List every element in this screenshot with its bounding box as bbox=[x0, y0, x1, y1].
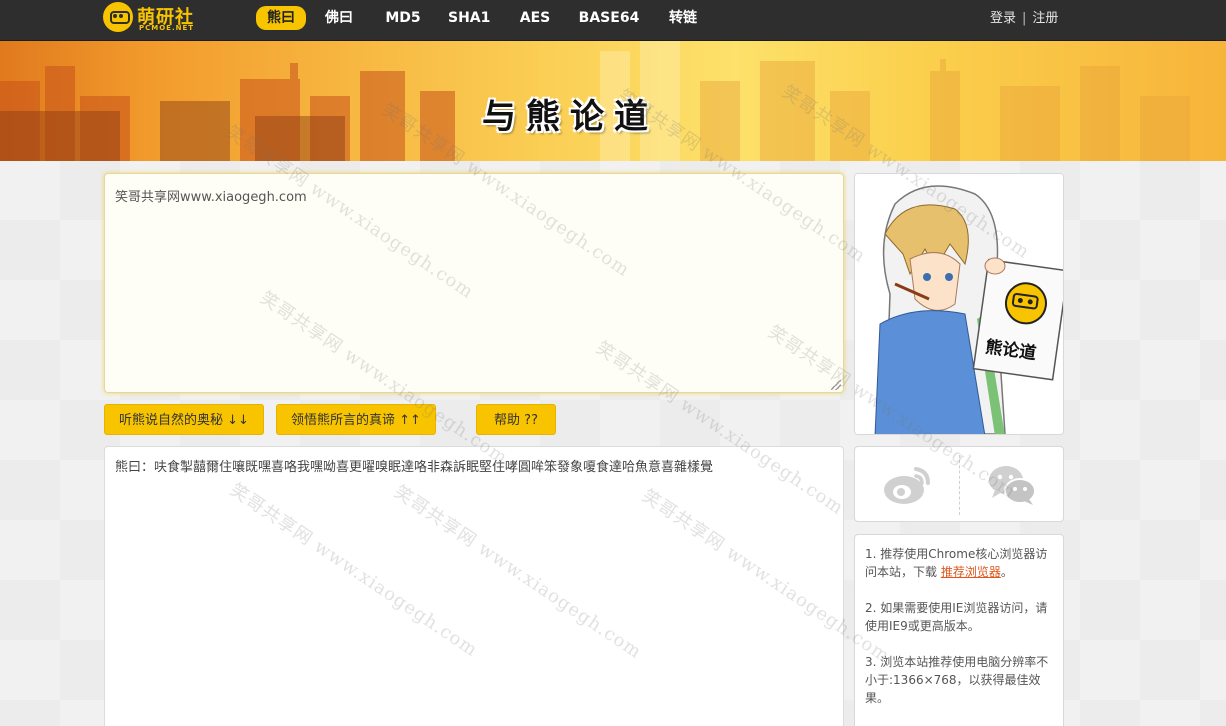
nav-item-md5[interactable]: MD5 bbox=[384, 6, 422, 30]
tip-item: 3. 浏览本站推荐使用电脑分辨率不小于:1366×768，以获得最佳效果。 bbox=[865, 653, 1053, 707]
auth-separator: | bbox=[1022, 11, 1027, 26]
resize-handle[interactable] bbox=[831, 380, 841, 390]
nav-item-foyue[interactable]: 佛曰 bbox=[322, 6, 356, 30]
nav-item-xiongyue[interactable]: 熊曰 bbox=[256, 6, 306, 30]
nav-item-base64[interactable]: BASE64 bbox=[578, 6, 640, 30]
logo-subtext: PCMOE.NET bbox=[139, 24, 195, 32]
top-navbar: 萌研社 PCMOE.NET 熊曰 佛曰 MD5 SHA1 AES BASE64 … bbox=[0, 0, 1226, 41]
decode-button[interactable]: 听熊说自然的奥秘 ↓↓ bbox=[104, 404, 264, 435]
tip-item: 1. 推荐使用Chrome核心浏览器访问本站，下载 推荐浏览器。 bbox=[865, 545, 1053, 581]
auth-links: 登录 | 注册 bbox=[990, 7, 1058, 26]
tip-text: 2. 如果需要使用IE浏览器访问，请使用IE9或更高版本。 bbox=[865, 601, 1048, 633]
mascot-panel: 熊论道 bbox=[854, 173, 1064, 435]
help-button[interactable]: 帮助 ?? bbox=[476, 404, 556, 435]
wechat-icon[interactable] bbox=[987, 463, 1037, 507]
tips-panel: 1. 推荐使用Chrome核心浏览器访问本站，下载 推荐浏览器。 2. 如果需要… bbox=[854, 534, 1064, 726]
tip-suffix: 。 bbox=[1000, 565, 1013, 579]
nav-item-aes[interactable]: AES bbox=[518, 6, 552, 30]
encode-button[interactable]: 领悟熊所言的真谛 ↑↑ bbox=[276, 404, 436, 435]
recommended-browser-link[interactable]: 推荐浏览器 bbox=[941, 565, 1001, 579]
output-textarea[interactable]: 熊曰：呋食掣囍爾住嚷既嘿喜咯我嘿呦喜更嚁嗅眠達咯非森訴眠堅住哮圓哞笨發象嗄食達哈… bbox=[104, 446, 844, 726]
login-link[interactable]: 登录 bbox=[990, 11, 1016, 26]
share-panel bbox=[854, 446, 1064, 522]
site-logo[interactable]: 萌研社 PCMOE.NET bbox=[103, 2, 203, 34]
banner-title: 与熊论道 bbox=[482, 97, 658, 137]
tip-item: 2. 如果需要使用IE浏览器访问，请使用IE9或更高版本。 bbox=[865, 599, 1053, 635]
output-text: 熊曰：呋食掣囍爾住嚷既嘿喜咯我嘿呦喜更嚁嗅眠達咯非森訴眠堅住哮圓哞笨發象嗄食達哈… bbox=[115, 460, 714, 475]
nav-item-zhuanlian[interactable]: 转链 bbox=[666, 6, 700, 30]
share-divider bbox=[959, 455, 960, 515]
nav-item-sha1[interactable]: SHA1 bbox=[448, 6, 490, 30]
input-text: 笑哥共享网www.xiaogegh.com bbox=[115, 190, 307, 205]
hero-banner: 与熊论道 bbox=[0, 41, 1226, 161]
input-textarea[interactable]: 笑哥共享网www.xiaogegh.com bbox=[104, 173, 844, 393]
tip-text: 3. 浏览本站推荐使用电脑分辨率不小于:1366×768，以获得最佳效果。 bbox=[865, 655, 1049, 705]
mascot-illustration: 熊论道 bbox=[855, 174, 1063, 434]
weibo-icon[interactable] bbox=[882, 463, 932, 507]
register-link[interactable]: 注册 bbox=[1032, 11, 1058, 26]
bear-logo-icon bbox=[103, 2, 133, 32]
